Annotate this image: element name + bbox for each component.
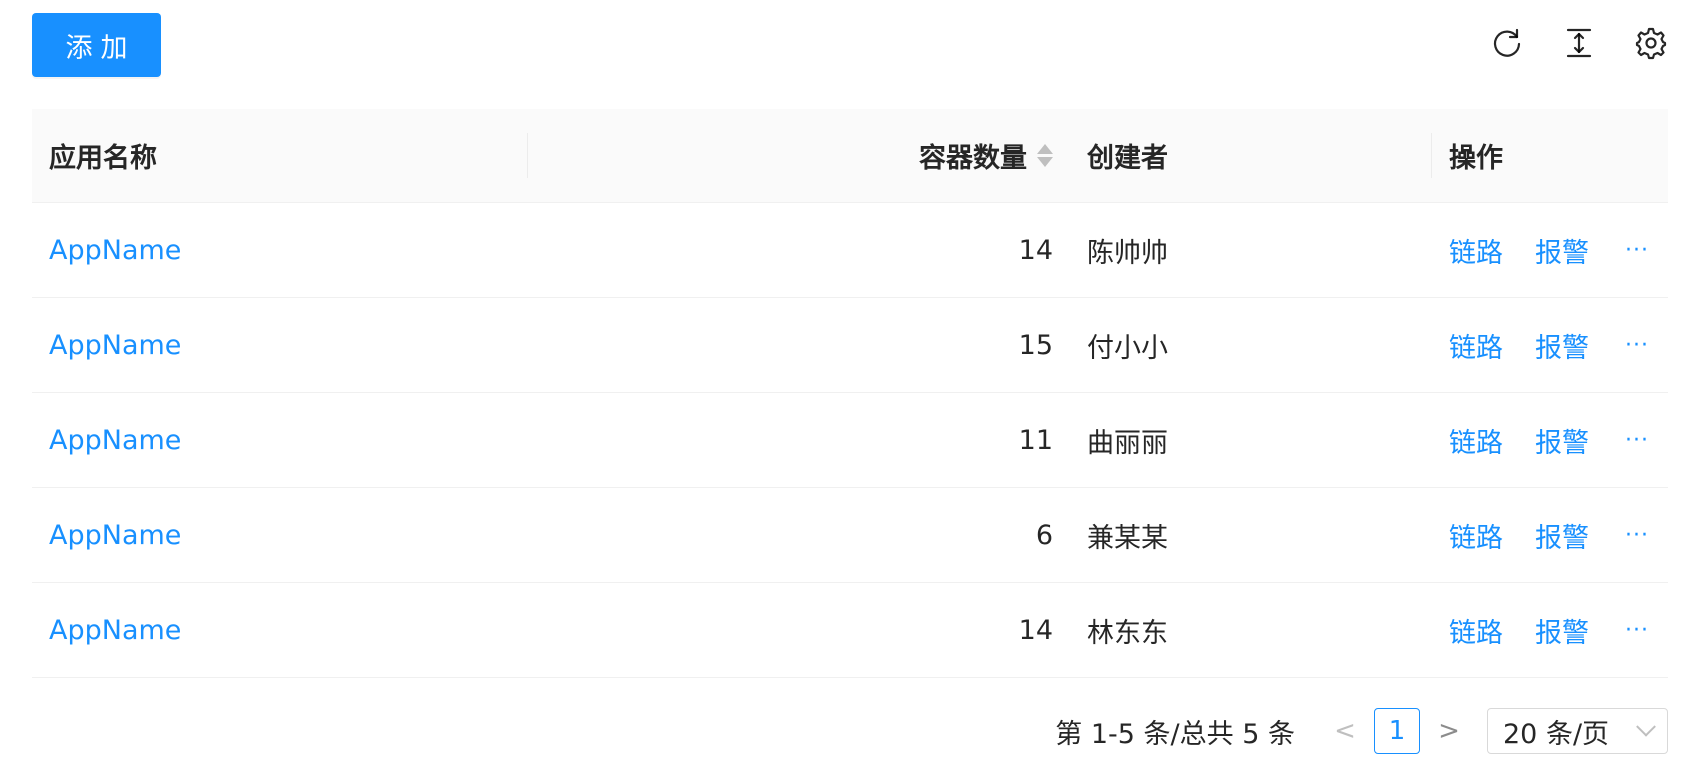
more-icon[interactable]: ··· xyxy=(1625,238,1649,263)
alert-link[interactable]: 报警 xyxy=(1535,231,1589,270)
container-count: 15 xyxy=(1018,329,1053,361)
container-count: 11 xyxy=(1018,424,1053,456)
reload-icon[interactable] xyxy=(1490,26,1524,60)
alert-link[interactable]: 报警 xyxy=(1535,421,1589,460)
caret-down-icon xyxy=(1037,157,1053,167)
more-icon[interactable]: ··· xyxy=(1625,428,1649,453)
column-header-app-name: 应用名称 xyxy=(32,109,528,202)
trace-link[interactable]: 链路 xyxy=(1449,516,1503,555)
creator-name: 兼某某 xyxy=(1087,522,1168,554)
more-icon[interactable]: ··· xyxy=(1625,618,1649,643)
table-toolbar: 添加 xyxy=(32,13,1668,77)
page-number-current[interactable]: 1 xyxy=(1374,708,1420,754)
pagination: 第 1-5 条/总共 5 条 < 1 > 20 条/页 xyxy=(1055,707,1668,755)
prev-page-icon[interactable]: < xyxy=(1325,711,1365,751)
add-button[interactable]: 添加 xyxy=(32,13,161,77)
trace-link[interactable]: 链路 xyxy=(1449,326,1503,365)
toolbar-icons xyxy=(1490,26,1668,66)
alert-link[interactable]: 报警 xyxy=(1535,611,1589,650)
alert-link[interactable]: 报警 xyxy=(1535,326,1589,365)
pagination-total: 第 1-5 条/总共 5 条 xyxy=(1055,718,1295,750)
caret-up-icon xyxy=(1037,144,1053,154)
alert-link[interactable]: 报警 xyxy=(1535,516,1589,555)
trace-link[interactable]: 链路 xyxy=(1449,231,1503,270)
trace-link[interactable]: 链路 xyxy=(1449,421,1503,460)
container-count: 14 xyxy=(1018,614,1053,646)
more-icon[interactable]: ··· xyxy=(1625,523,1649,548)
creator-name: 陈帅帅 xyxy=(1087,237,1168,269)
column-header-creator: 创建者 xyxy=(1070,109,1432,202)
table-row: AppName 11 曲丽丽 链路 报警 ··· xyxy=(32,393,1668,488)
creator-name: 曲丽丽 xyxy=(1087,427,1168,459)
column-height-icon[interactable] xyxy=(1562,26,1596,60)
sort-icon[interactable] xyxy=(1037,144,1053,167)
app-name-link[interactable]: AppName xyxy=(49,520,181,551)
column-header-actions: 操作 xyxy=(1449,143,1503,174)
page-size-value: 20 条/页 xyxy=(1503,718,1610,750)
setting-icon[interactable] xyxy=(1634,26,1668,60)
creator-name: 付小小 xyxy=(1087,332,1168,364)
app-table: 应用名称 容器数量 创建者 操作 AppName 14 陈帅帅 链路 报警 ··… xyxy=(32,109,1668,678)
app-name-link[interactable]: AppName xyxy=(49,615,181,646)
app-name-link[interactable]: AppName xyxy=(49,425,181,456)
app-name-link[interactable]: AppName xyxy=(49,330,181,361)
creator-name: 林东东 xyxy=(1087,617,1168,649)
trace-link[interactable]: 链路 xyxy=(1449,611,1503,650)
container-count: 14 xyxy=(1018,234,1053,266)
chevron-down-icon xyxy=(1636,716,1656,737)
column-header-container-count[interactable]: 容器数量 xyxy=(528,109,1070,202)
next-page-icon[interactable]: > xyxy=(1429,711,1469,751)
table-row: AppName 14 林东东 链路 报警 ··· xyxy=(32,583,1668,678)
page-size-select[interactable]: 20 条/页 xyxy=(1487,708,1668,754)
container-count: 6 xyxy=(1035,519,1053,551)
table-row: AppName 6 兼某某 链路 报警 ··· xyxy=(32,488,1668,583)
app-name-link[interactable]: AppName xyxy=(49,235,181,266)
table-row: AppName 15 付小小 链路 报警 ··· xyxy=(32,298,1668,393)
table-row: AppName 14 陈帅帅 链路 报警 ··· xyxy=(32,203,1668,298)
table-header: 应用名称 容器数量 创建者 操作 xyxy=(32,109,1668,203)
more-icon[interactable]: ··· xyxy=(1625,333,1649,358)
